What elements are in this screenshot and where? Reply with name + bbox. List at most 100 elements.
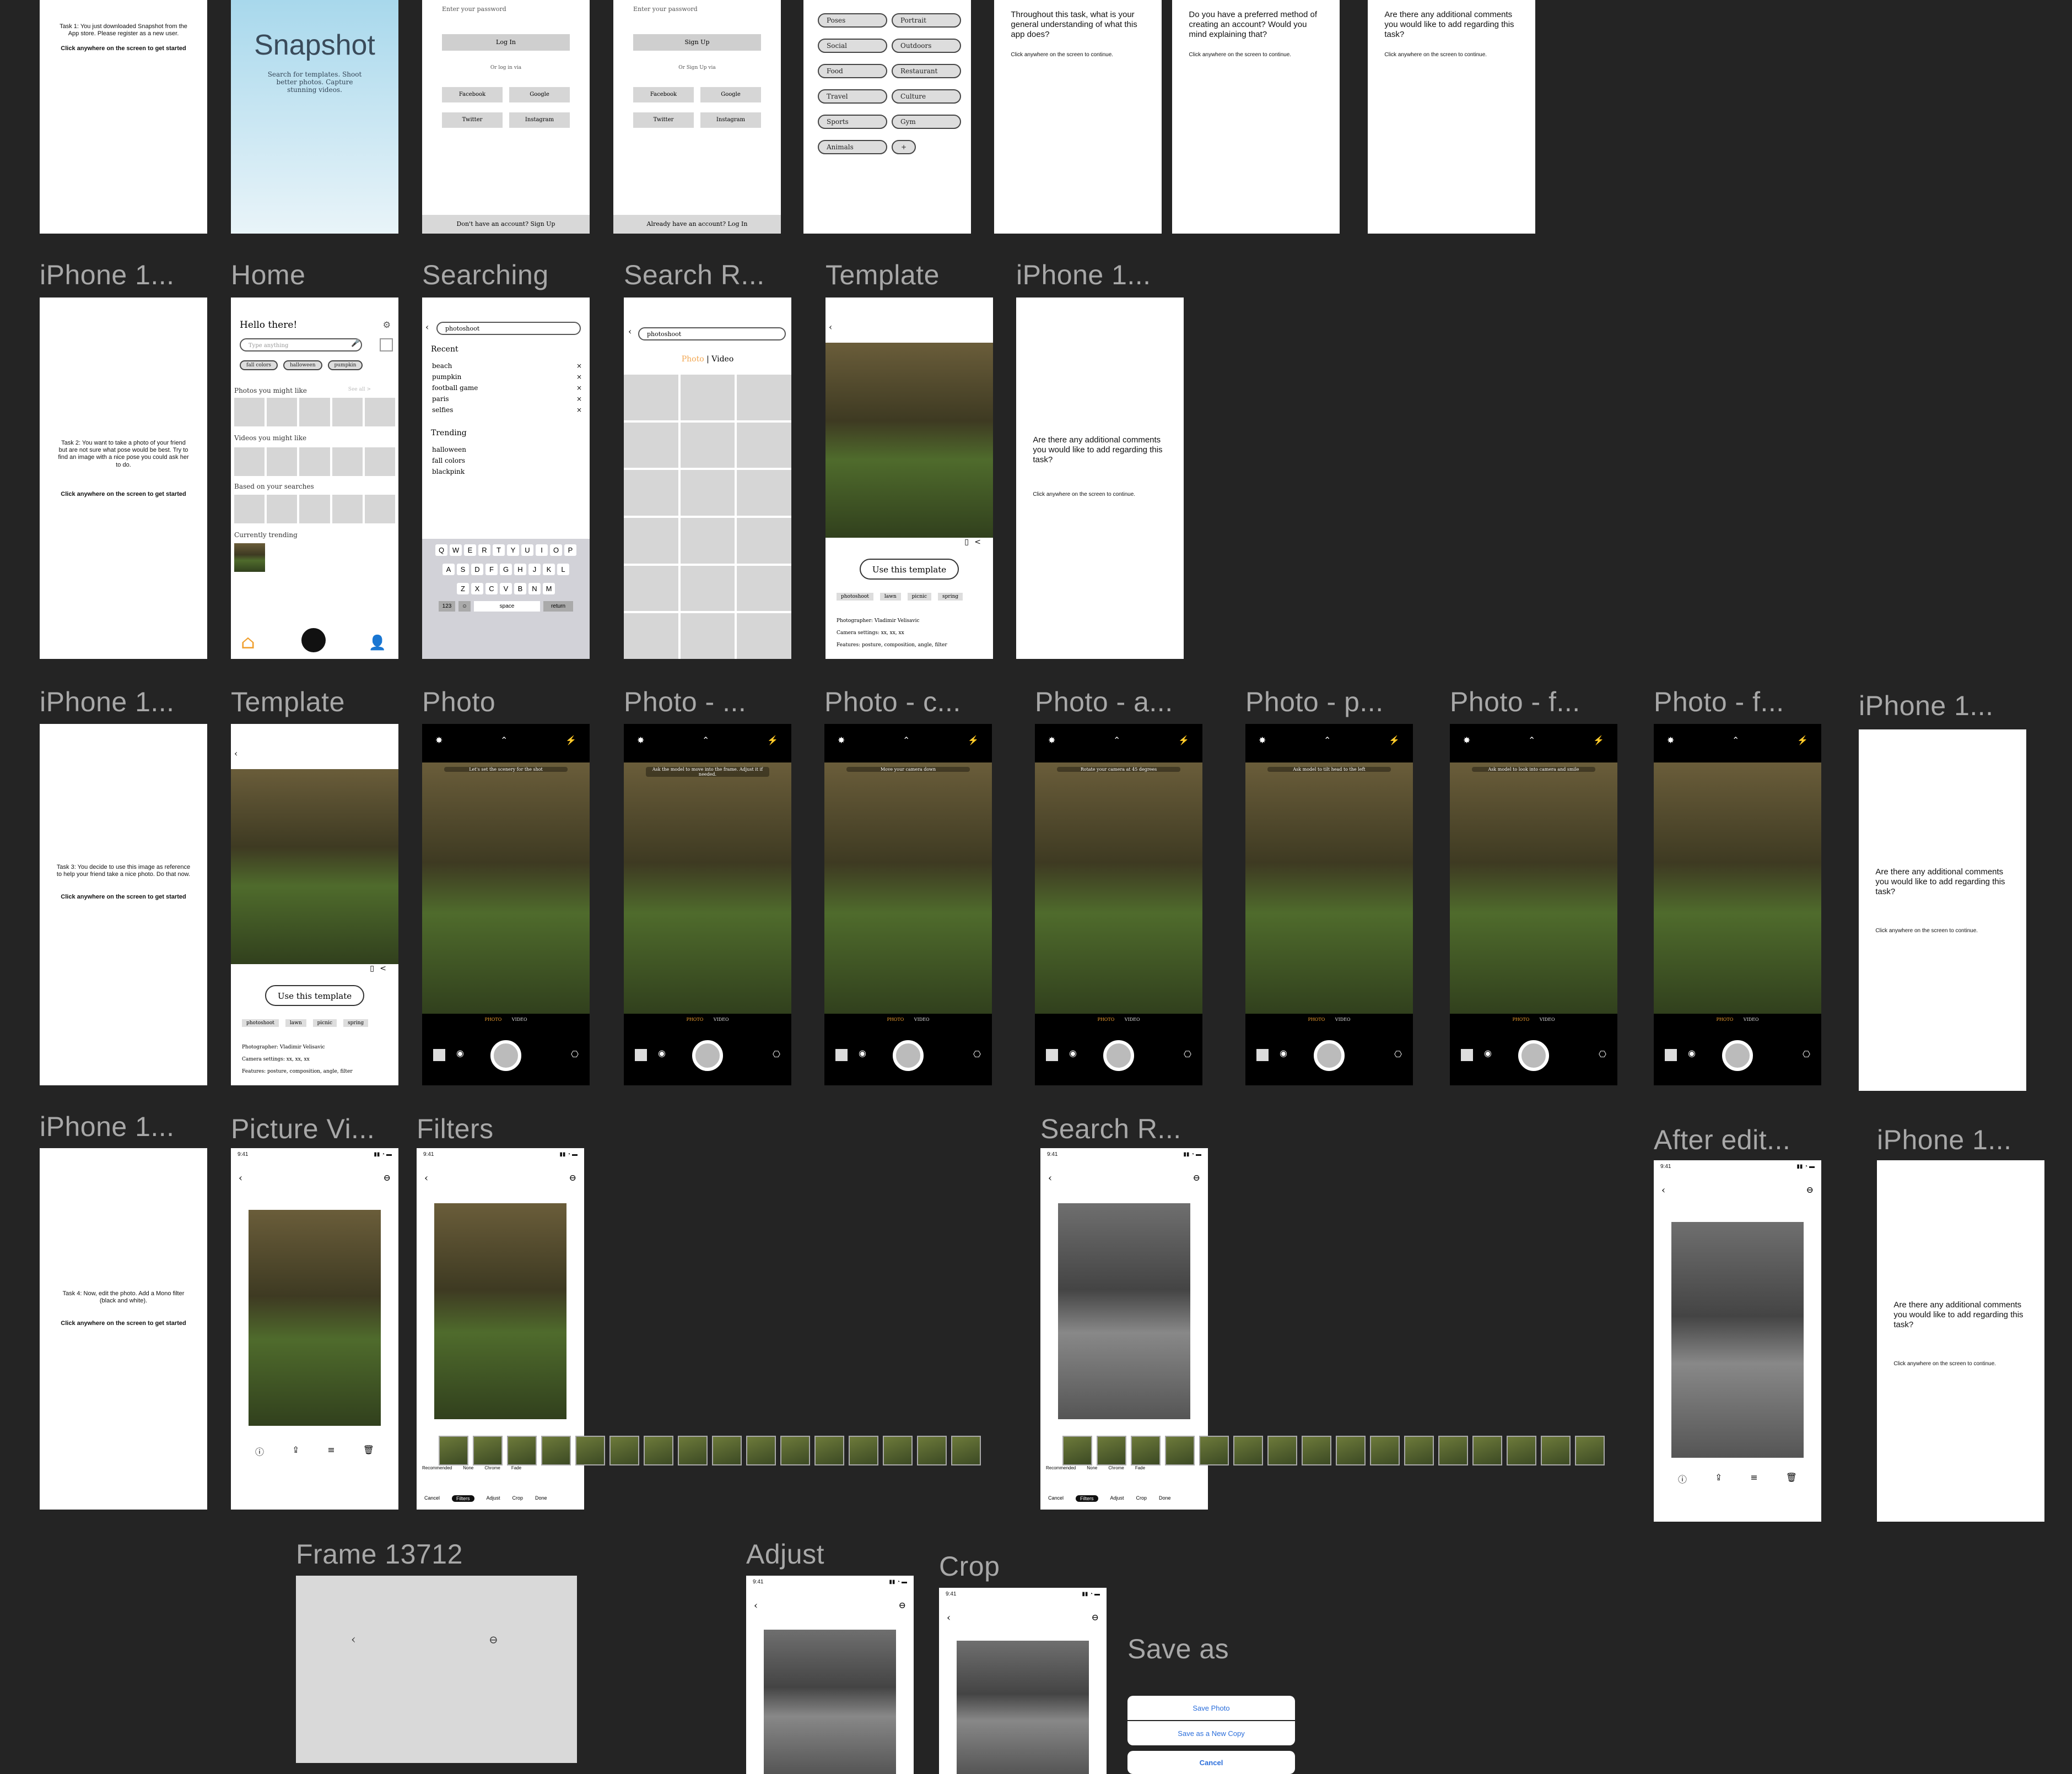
interest-tag[interactable]: Animals	[818, 140, 887, 154]
filter-thumb[interactable]	[541, 1436, 571, 1465]
keyboard-key[interactable]: M	[543, 583, 555, 594]
mode-photo[interactable]: PHOTO	[1308, 1017, 1325, 1022]
filter-thumb[interactable]	[1165, 1436, 1195, 1465]
timer-icon[interactable]: ◉	[1280, 1048, 1287, 1058]
chip[interactable]: fall colors	[240, 360, 278, 370]
camera-switch-icon[interactable]: ⎔	[973, 1049, 981, 1059]
more-icon[interactable]: ⊖	[1193, 1172, 1200, 1183]
back-icon[interactable]: ‹	[947, 1612, 951, 1624]
more-icon[interactable]: ⊖	[1806, 1185, 1814, 1195]
trending-item[interactable]: halloween	[432, 444, 466, 455]
trending-thumbnail[interactable]	[234, 543, 265, 572]
mode-video[interactable]: VIDEO	[714, 1017, 729, 1022]
social-twitter[interactable]: Twitter	[633, 112, 694, 128]
home-icon[interactable]: ⌂	[241, 631, 255, 653]
keyboard-key[interactable]: L	[557, 564, 569, 575]
recent-item[interactable]: beach ×	[432, 360, 582, 371]
keyboard-key[interactable]: F	[485, 564, 498, 575]
filter-thumb[interactable]	[1062, 1436, 1092, 1465]
filter-thumb[interactable]	[883, 1436, 913, 1465]
search-input[interactable]: Type anything	[240, 338, 362, 351]
timer-icon[interactable]: ◉	[658, 1048, 666, 1058]
camera-switch-icon[interactable]: ⎔	[1599, 1049, 1606, 1059]
keyboard-key[interactable]: T	[493, 544, 505, 556]
flash-off-icon[interactable]: ⚡	[565, 735, 576, 745]
more-icon[interactable]: ⊖	[1092, 1612, 1099, 1622]
keyboard-key[interactable]: R	[478, 544, 490, 556]
interest-tag[interactable]: Social	[818, 39, 887, 53]
filter-name[interactable]: Recommended	[422, 1465, 452, 1470]
back-icon[interactable]: ‹	[351, 1633, 356, 1647]
back-icon[interactable]: ‹	[1661, 1185, 1665, 1196]
signup-button[interactable]: Sign Up	[633, 34, 761, 51]
use-template-button[interactable]: Use this template	[860, 559, 959, 580]
save-photo-button[interactable]: Save Photo	[1127, 1696, 1295, 1720]
filter-thumb[interactable]	[507, 1436, 537, 1465]
filter-thumb[interactable]	[644, 1436, 673, 1465]
filter-thumb[interactable]	[678, 1436, 708, 1465]
gallery-button[interactable]	[1665, 1049, 1677, 1061]
filter-thumb[interactable]	[814, 1436, 844, 1465]
edit-tab-filters[interactable]: Filters	[1076, 1495, 1098, 1502]
trash-icon[interactable]: 🗑	[363, 1445, 374, 1458]
filter-thumb[interactable]	[951, 1436, 981, 1465]
filter-name[interactable]: Recommended	[1046, 1465, 1076, 1470]
mode-video[interactable]: VIDEO	[914, 1017, 930, 1022]
social-twitter[interactable]: Twitter	[442, 112, 503, 128]
timer-icon[interactable]: ◉	[859, 1048, 866, 1058]
shutter-button[interactable]	[1722, 1040, 1753, 1071]
save-copy-button[interactable]: Save as a New Copy	[1127, 1721, 1295, 1745]
mic-icon[interactable]: 🎤	[351, 339, 360, 348]
login-footer[interactable]: Don't have an account? Sign Up	[422, 215, 590, 234]
template-tag[interactable]: picnic	[312, 1019, 337, 1027]
more-icon[interactable]: ⊖	[489, 1633, 498, 1646]
flash-icon[interactable]: ✸	[1667, 735, 1674, 745]
share-icon[interactable]: <	[974, 538, 981, 547]
keyboard-key[interactable]: W	[450, 544, 462, 556]
filter-name[interactable]: Fade	[1135, 1465, 1145, 1470]
keyboard-key[interactable]: K	[543, 564, 555, 575]
interest-tag[interactable]: Portrait	[892, 13, 961, 28]
keyboard-key[interactable]: U	[521, 544, 533, 556]
filter-name[interactable]: Fade	[511, 1465, 521, 1470]
template-tag[interactable]: spring	[343, 1019, 369, 1027]
keyboard-key[interactable]: Q	[435, 544, 447, 556]
question1-screen[interactable]: Throughout this task, what is your gener…	[994, 0, 1162, 234]
filter-thumb[interactable]	[849, 1436, 878, 1465]
mode-photo[interactable]: PHOTO	[484, 1017, 501, 1022]
task3-screen[interactable]: Task 3: You decide to use this image as …	[40, 724, 207, 1085]
emoji-key[interactable]: ☺	[458, 601, 471, 612]
mode-photo[interactable]: PHOTO	[887, 1017, 904, 1022]
camera-switch-icon[interactable]: ⎔	[1184, 1049, 1191, 1059]
edit-tab-done[interactable]: Done	[1159, 1495, 1171, 1502]
filter-thumb[interactable]	[575, 1436, 605, 1465]
camera-switch-icon[interactable]: ⎔	[1394, 1049, 1402, 1059]
keyboard-key[interactable]: Z	[457, 583, 469, 594]
chevron-up-icon[interactable]: ⌃	[1528, 735, 1535, 745]
filter-thumb[interactable]	[1336, 1436, 1366, 1465]
chevron-up-icon[interactable]: ⌃	[1732, 735, 1739, 745]
social-facebook[interactable]: Facebook	[633, 87, 694, 102]
share-icon[interactable]: ⇪	[1715, 1472, 1722, 1485]
shutter-button[interactable]	[893, 1040, 924, 1071]
filter-thumb[interactable]	[1267, 1436, 1297, 1465]
filter-thumb[interactable]	[1541, 1436, 1571, 1465]
interest-tag[interactable]: Poses	[818, 13, 887, 28]
filter-thumb[interactable]	[1404, 1436, 1434, 1465]
share-icon[interactable]: ⇪	[292, 1445, 299, 1458]
bookmark-icon[interactable]: ▯	[370, 964, 374, 973]
gallery-button[interactable]	[1256, 1049, 1269, 1061]
filter-thumb[interactable]	[1131, 1436, 1161, 1465]
mode-video[interactable]: VIDEO	[1125, 1017, 1140, 1022]
mode-video[interactable]: VIDEO	[1335, 1017, 1351, 1022]
flash-off-icon[interactable]: ⚡	[767, 735, 778, 745]
filter-name[interactable]: None	[1087, 1465, 1097, 1470]
bookmark-icon[interactable]: ▯	[964, 538, 969, 547]
search-input[interactable]: photoshoot	[436, 322, 581, 335]
task2-screen[interactable]: Task 2: You want to take a photo of your…	[40, 298, 207, 659]
timer-icon[interactable]: ◉	[1484, 1048, 1492, 1058]
camera-switch-icon[interactable]: ⎔	[773, 1049, 780, 1059]
chevron-up-icon[interactable]: ⌃	[1113, 735, 1120, 745]
interest-tag[interactable]: Sports	[818, 115, 887, 129]
social-instagram[interactable]: Instagram	[700, 112, 761, 128]
